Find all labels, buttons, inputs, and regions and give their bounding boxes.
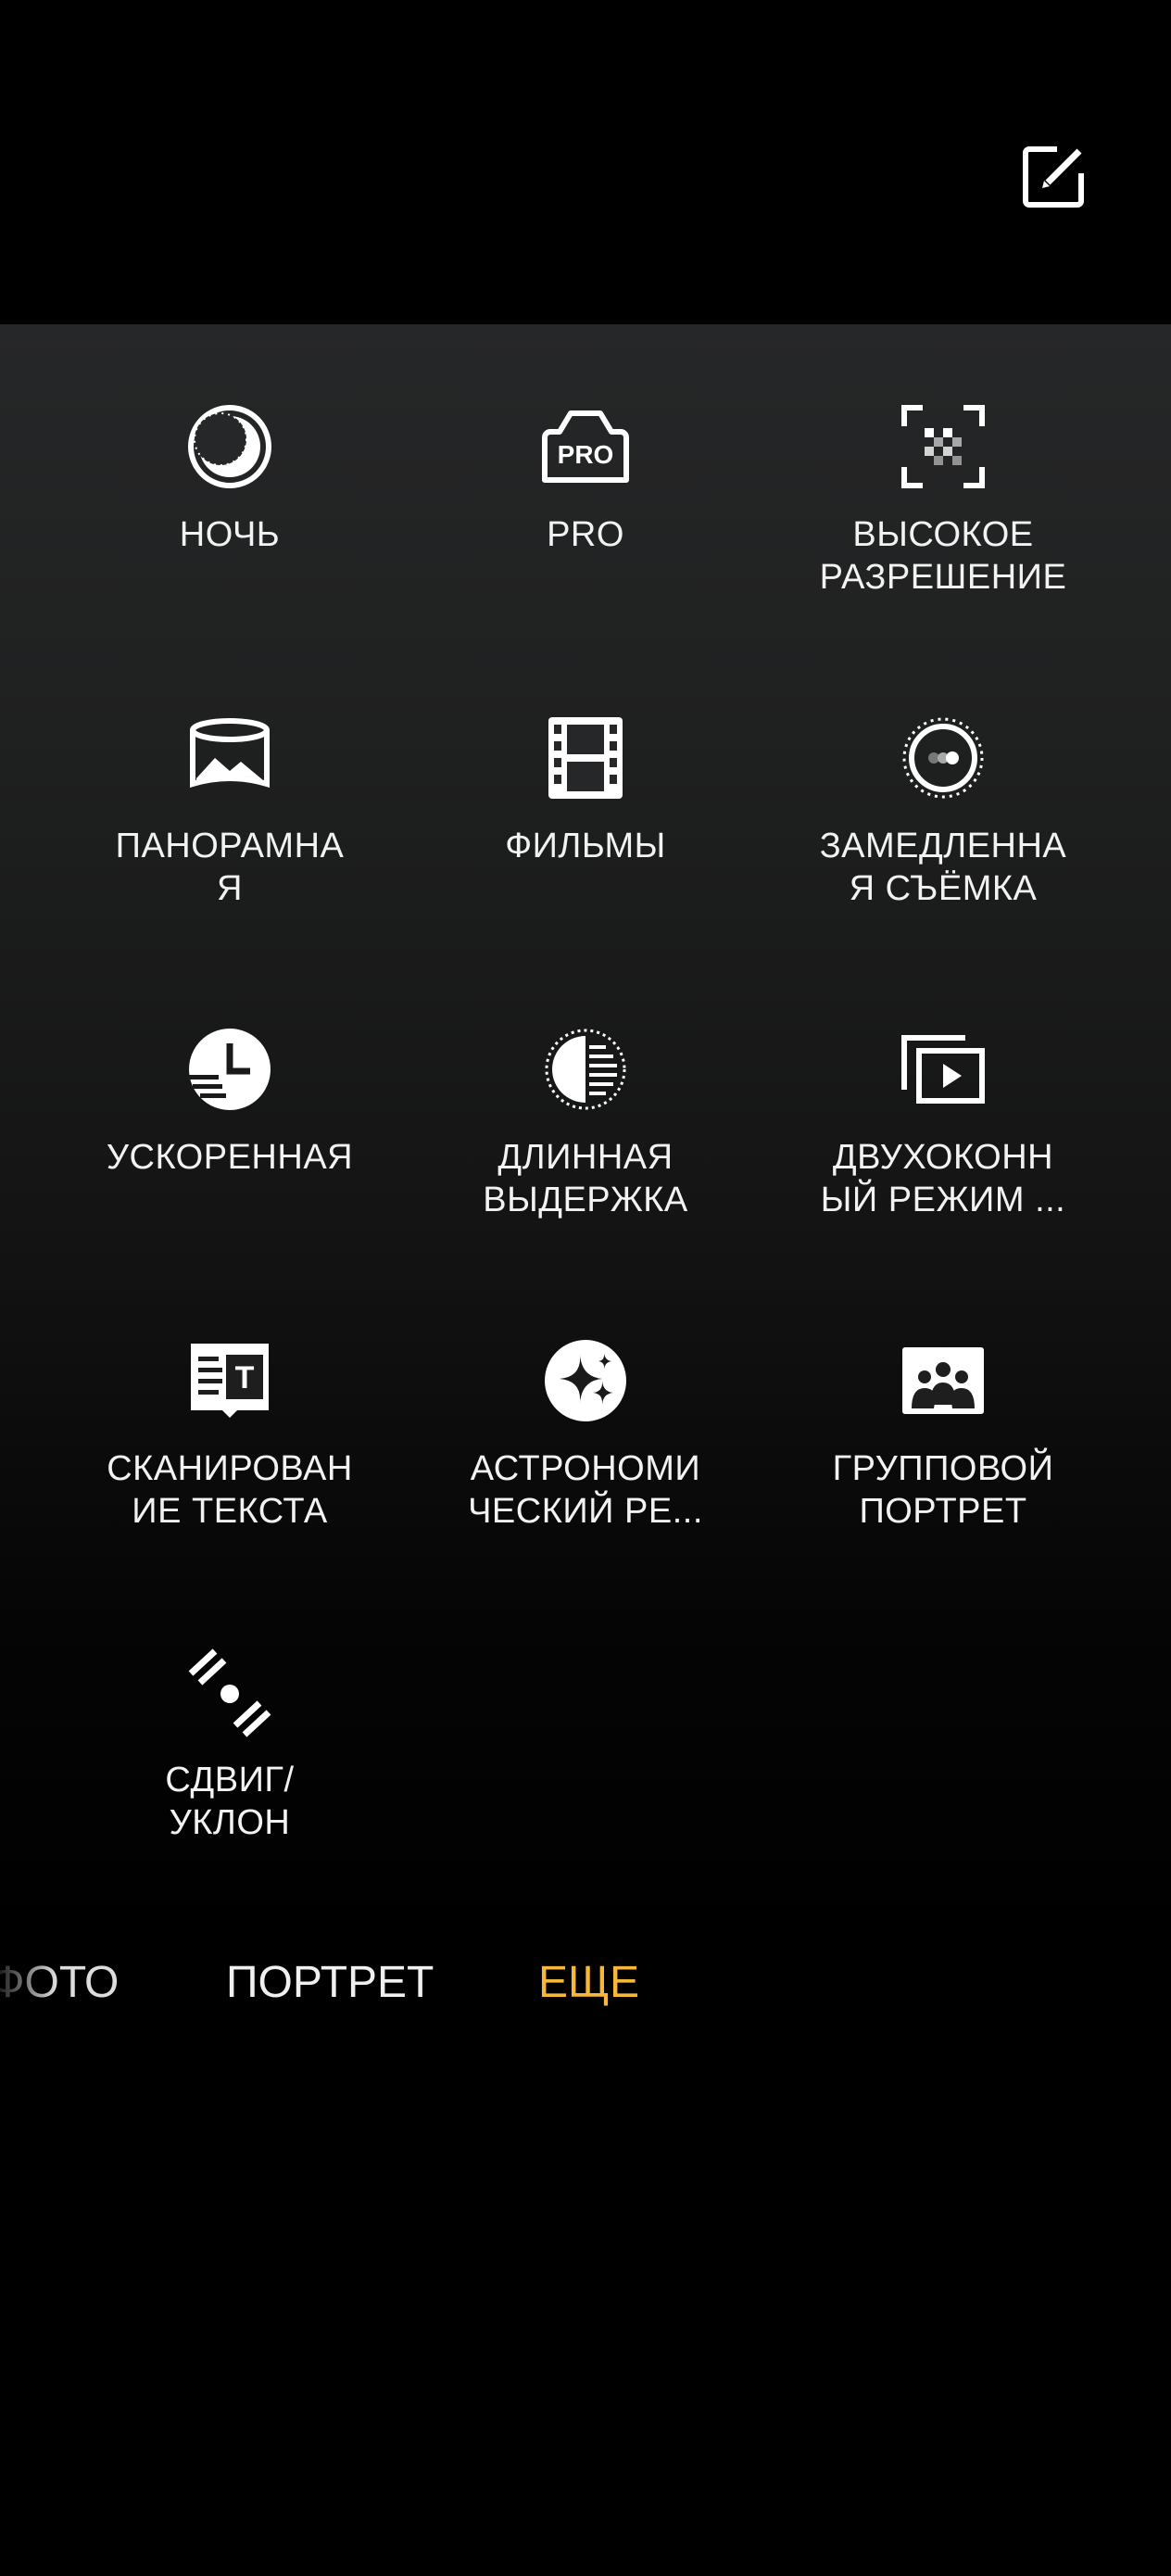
tab-fade xyxy=(0,1946,56,2029)
mode-tabs: ФОТО ПОРТРЕТ ЕЩЕ xyxy=(0,1946,1171,2029)
mode-label: СКАНИРОВАН ИЕ ТЕКСТА xyxy=(107,1449,353,1531)
svg-text:T: T xyxy=(235,1360,255,1395)
mode-tilt-shift[interactable]: СДВИГ/ УКЛОН xyxy=(91,1646,369,1844)
text-scan-icon: T xyxy=(191,1344,269,1418)
astro-icon xyxy=(545,1340,626,1421)
mode-night[interactable]: НОЧЬ xyxy=(91,400,369,556)
modes-panel: НОЧЬ PRO PRO ВЫСОКОЕ РАЗРЕШЕНИЕ ПАНОРАМН… xyxy=(0,324,1171,1946)
mode-high-resolution[interactable]: ВЫСОКОЕ РАЗРЕШЕНИЕ xyxy=(804,400,1082,599)
pro-icon-text: PRO xyxy=(558,440,614,469)
mode-astro[interactable]: АСТРОНОМИ ЧЕСКИЙ РЕ... xyxy=(447,1334,724,1533)
mode-dual-view[interactable]: ДВУХОКОНН ЫЙ РЕЖИМ ... xyxy=(804,1023,1082,1221)
mode-label: PRO xyxy=(547,515,624,554)
group-portrait-icon xyxy=(902,1347,984,1414)
mode-pro[interactable]: PRO PRO xyxy=(447,400,724,556)
mode-long-exposure[interactable]: ДЛИННАЯ ВЫДЕРЖКА xyxy=(447,1023,724,1221)
tilt-shift-icon xyxy=(188,1648,271,1737)
edit-icon[interactable] xyxy=(1022,144,1087,208)
film-icon xyxy=(548,717,623,799)
mode-label: ПАНОРАМНА Я xyxy=(115,827,345,908)
pro-camera-icon: PRO xyxy=(542,410,629,483)
mode-text-scan[interactable]: T СКАНИРОВАН ИЕ ТЕКСТА xyxy=(91,1334,369,1533)
mode-label: ДЛИННАЯ ВЫДЕРЖКА xyxy=(483,1138,688,1219)
mode-label: ФИЛЬМЫ xyxy=(505,827,666,865)
time-lapse-icon xyxy=(187,1029,271,1110)
dual-view-icon xyxy=(901,1035,985,1104)
tab-more[interactable]: ЕЩЕ xyxy=(538,1955,639,2011)
high-resolution-icon xyxy=(901,405,985,488)
mode-slow-motion[interactable]: ЗАМЕДЛЕННА Я СЪЁМКА xyxy=(804,712,1082,910)
slow-motion-icon xyxy=(902,717,984,799)
tab-portrait[interactable]: ПОРТРЕТ xyxy=(226,1955,434,2011)
mode-label: ДВУХОКОНН ЫЙ РЕЖИМ ... xyxy=(820,1138,1066,1219)
mode-label: АСТРОНОМИ ЧЕСКИЙ РЕ... xyxy=(468,1449,703,1531)
mode-label: ЗАМЕДЛЕННА Я СЪЁМКА xyxy=(819,827,1067,908)
mode-time-lapse[interactable]: УСКОРЕННАЯ xyxy=(91,1023,369,1179)
night-icon xyxy=(188,405,271,488)
mode-group-portrait[interactable]: ГРУППОВОЙ ПОРТРЕТ xyxy=(804,1334,1082,1533)
mode-label: ВЫСОКОЕ РАЗРЕШЕНИЕ xyxy=(819,515,1067,597)
long-exposure-icon xyxy=(545,1029,626,1110)
mode-label: СДВИГ/ УКЛОН xyxy=(165,1761,295,1842)
top-bar xyxy=(0,0,1171,324)
panorama-icon xyxy=(190,718,270,789)
mode-label: ГРУППОВОЙ ПОРТРЕТ xyxy=(832,1449,1054,1531)
mode-label: УСКОРЕННАЯ xyxy=(106,1138,354,1177)
mode-label: НОЧЬ xyxy=(179,515,281,554)
mode-film[interactable]: ФИЛЬМЫ xyxy=(447,712,724,867)
mode-panorama[interactable]: ПАНОРАМНА Я xyxy=(91,712,369,910)
